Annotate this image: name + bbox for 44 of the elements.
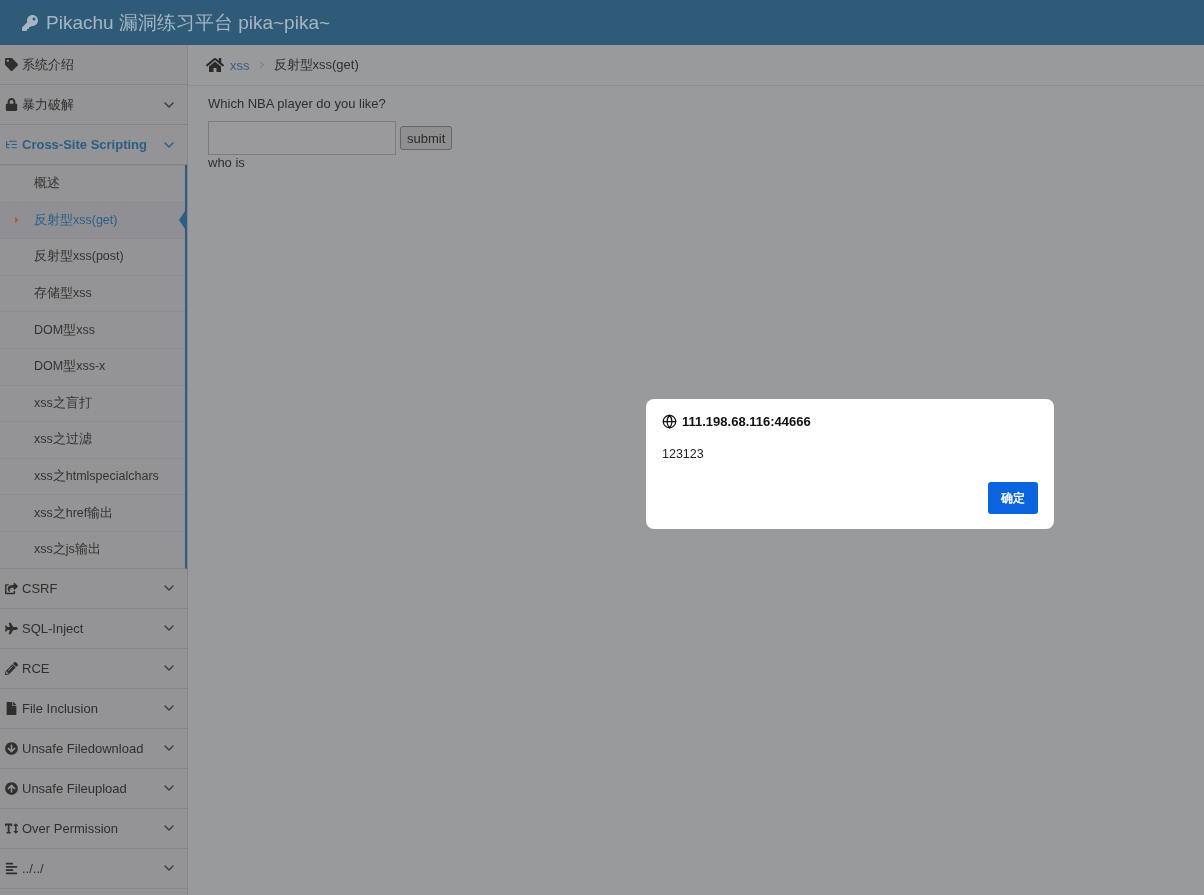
sidebar-item[interactable]: RCE (0, 648, 187, 689)
align-left-icon (5, 861, 18, 875)
sidebar-item[interactable]: SQL-Inject (0, 608, 187, 649)
key-icon (22, 14, 38, 31)
dialog-origin: 111.198.68.116:44666 (682, 414, 811, 429)
sidebar-item[interactable]: File Inclusion (0, 688, 187, 729)
plane-icon (5, 621, 18, 635)
submenu-item[interactable]: xss之href输出 (0, 494, 185, 531)
app-title: Pikachu 漏洞练习平台 pika~pika~ (46, 10, 331, 35)
submit-button[interactable]: submit (400, 126, 453, 150)
sidebar-item[interactable]: Unsafe Fileupload (0, 768, 187, 809)
sidebar-item[interactable]: Cross-Site Scripting (0, 125, 187, 165)
submenu-item[interactable]: xss之htmlspecialchars (0, 457, 185, 495)
submenu-item[interactable]: xss之盲打 (0, 384, 185, 422)
submenu-item[interactable]: DOM型xss (0, 311, 185, 348)
ok-button[interactable]: 确定 (988, 482, 1038, 514)
sidebar-item[interactable]: 暴力破解 (0, 85, 187, 125)
submenu-item[interactable]: 存储型xss (0, 274, 185, 312)
file-icon (5, 701, 18, 715)
sidebar-item[interactable]: 系统介绍 (0, 45, 187, 85)
globe-icon (662, 414, 677, 429)
dialog-message: 123123 (662, 447, 705, 461)
input-field[interactable] (208, 121, 396, 155)
sidebar-item[interactable]: CSRF (0, 568, 187, 609)
sidebar-item[interactable]: Unsafe Filedownload (0, 728, 187, 769)
submenu-item[interactable]: xss之过滤 (0, 421, 185, 458)
lock-icon (5, 98, 18, 111)
breadcrumb-current: 反射型xss(get) (273, 56, 359, 74)
question-text: Which NBA player do you like? (208, 96, 387, 111)
result-text: who is (208, 155, 246, 170)
sidebar-item[interactable]: Over Permission (0, 808, 187, 849)
home-icon (206, 56, 224, 74)
tag-icon (5, 58, 18, 71)
submenu-item[interactable]: 概述 (0, 165, 185, 202)
submenu-item[interactable]: 反射型xss(post) (0, 238, 185, 275)
list-tree-icon (5, 138, 18, 151)
submenu-item[interactable]: DOM型xss-x (0, 347, 185, 385)
text-size-icon (5, 821, 18, 835)
sidebar-item[interactable]: ../../ (0, 848, 187, 889)
submenu-item[interactable]: xss之js输出 (0, 530, 185, 568)
share-icon (5, 581, 18, 595)
submenu-item[interactable]: 反射型xss(get) (0, 201, 185, 239)
breadcrumb-link[interactable]: xss (230, 57, 250, 73)
pencil-icon (5, 661, 18, 675)
